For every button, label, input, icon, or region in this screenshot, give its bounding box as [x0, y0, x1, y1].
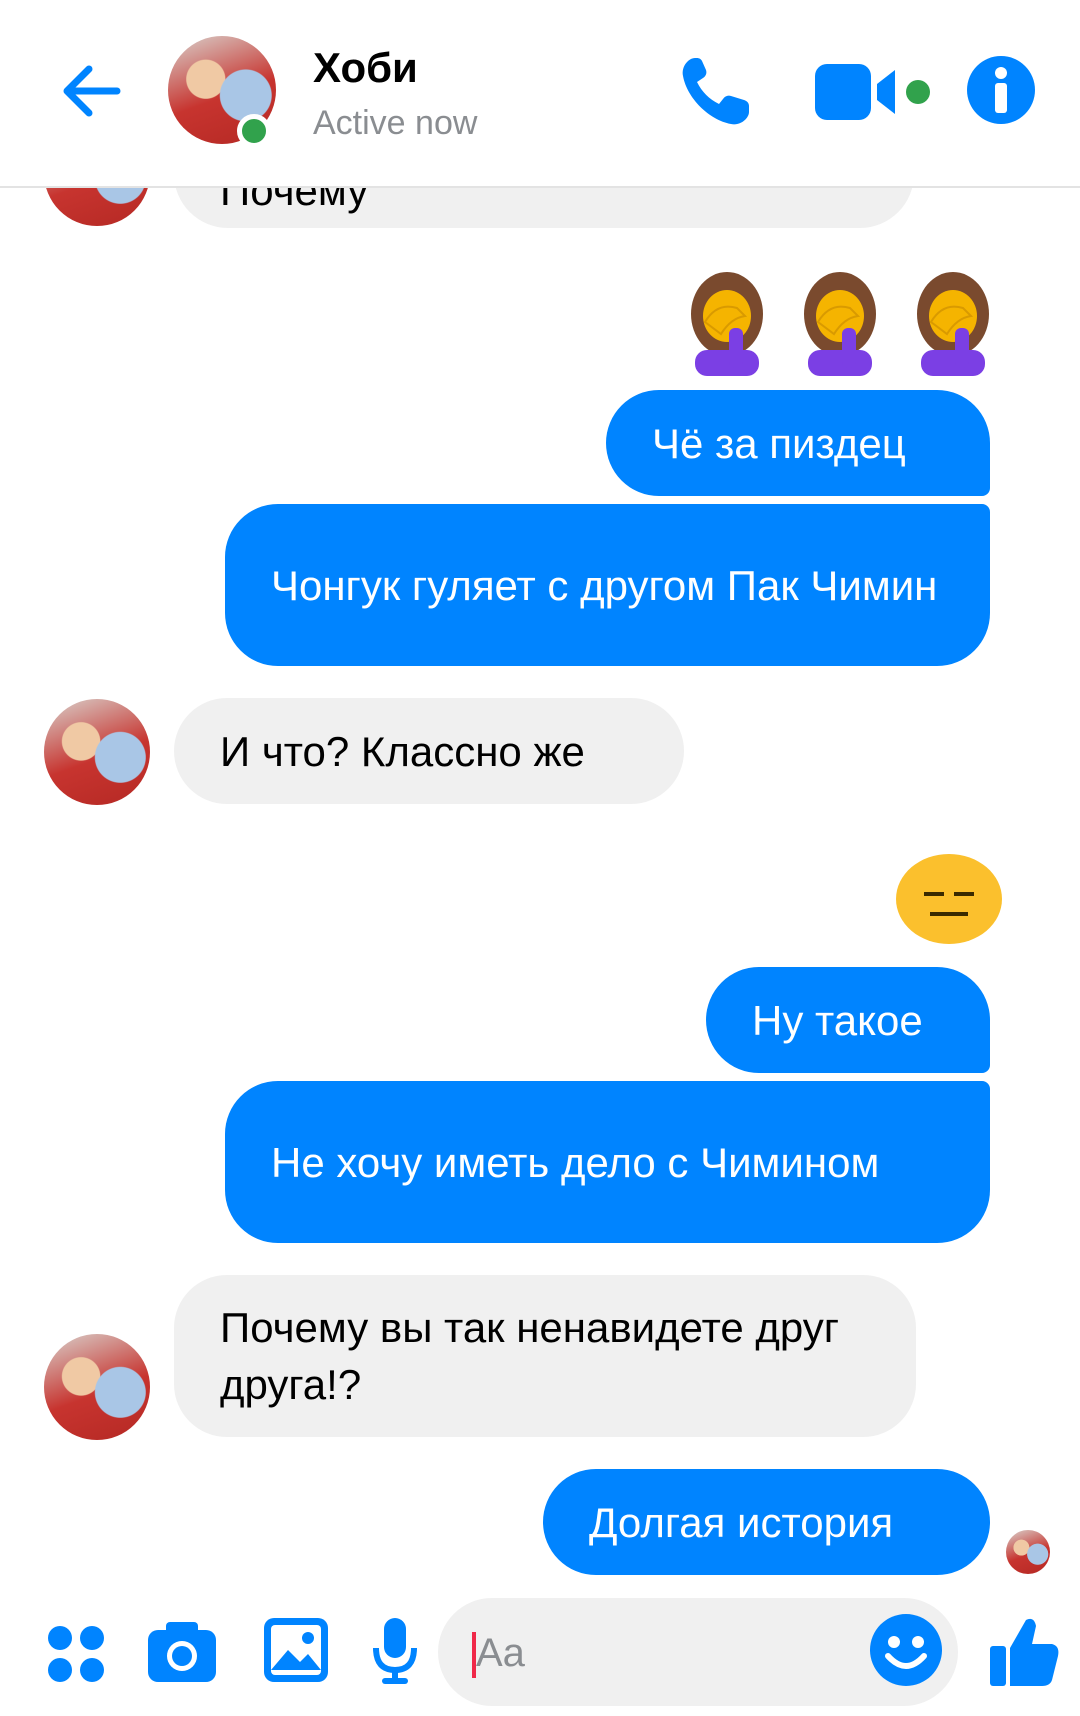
seen-receipt-avatar	[1006, 1530, 1050, 1574]
message-text: Почему вы так ненавидете друг друга!?	[220, 1304, 840, 1408]
like-icon[interactable]	[990, 1616, 1060, 1688]
contact-status: Active now	[313, 104, 478, 142]
info-icon[interactable]	[966, 55, 1036, 125]
message-bubble-outgoing[interactable]: Долгая история	[543, 1469, 990, 1575]
message-text: Чё за пиздец	[652, 419, 906, 467]
message-text: Не хочу иметь дело с Чимином	[271, 1138, 880, 1186]
expressionless-face-emoji[interactable]	[896, 854, 1002, 944]
phone-icon[interactable]	[675, 52, 755, 132]
back-arrow-icon[interactable]	[55, 55, 127, 127]
apps-icon[interactable]	[46, 1624, 106, 1684]
online-status-dot	[237, 114, 271, 148]
message-bubble-incoming[interactable]: Почему вы так ненавидете друг друга!?	[174, 1275, 916, 1437]
text-cursor	[472, 1632, 476, 1678]
video-camera-icon[interactable]	[815, 58, 930, 126]
gallery-icon[interactable]	[264, 1618, 328, 1682]
emoji-icon[interactable]	[868, 1612, 944, 1688]
facepalm-emoji[interactable]	[687, 272, 767, 376]
contact-name[interactable]: Хоби	[313, 44, 418, 92]
message-bubble-outgoing[interactable]: Не хочу иметь дело с Чимином	[225, 1081, 990, 1243]
camera-icon[interactable]	[148, 1620, 216, 1682]
contact-avatar[interactable]	[44, 1334, 150, 1440]
message-bubble-outgoing[interactable]: Чё за пиздец	[606, 390, 990, 496]
message-text: Долгая история	[589, 1498, 894, 1546]
message-thread[interactable]: Почему Чё за пиздец Чонгук гуляет с друг…	[0, 0, 1080, 1716]
contact-avatar[interactable]	[44, 699, 150, 805]
facepalm-emoji[interactable]	[800, 272, 880, 376]
microphone-icon[interactable]	[372, 1618, 418, 1684]
message-bubble-outgoing[interactable]: Ну такое	[706, 967, 990, 1073]
message-text: И что? Классно же	[220, 727, 585, 775]
conversation-header: Хоби Active now	[0, 0, 1080, 188]
message-bubble-incoming[interactable]: И что? Классно же	[174, 698, 684, 804]
message-input[interactable]	[474, 1628, 858, 1678]
message-bubble-outgoing[interactable]: Чонгук гуляет с другом Пак Чимин	[225, 504, 990, 666]
message-text: Ну такое	[752, 996, 923, 1044]
facepalm-emoji[interactable]	[913, 272, 993, 376]
message-text: Чонгук гуляет с другом Пак Чимин	[271, 561, 938, 609]
